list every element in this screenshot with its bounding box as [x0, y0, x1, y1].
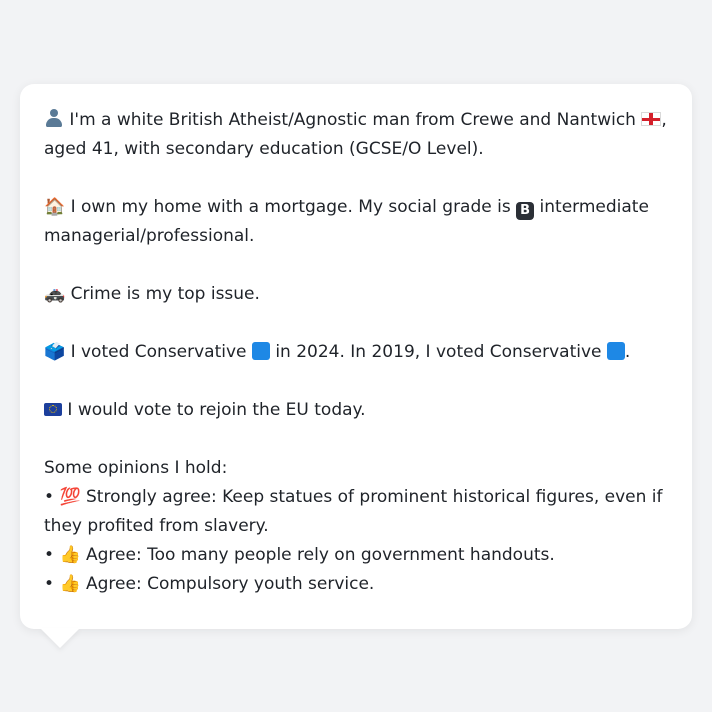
bullet: •	[44, 487, 60, 507]
identity-paragraph: I'm a white British Atheist/Agnostic man…	[44, 106, 668, 164]
list-item: • 👍 Agree: Too many people rely on gover…	[44, 541, 668, 570]
opinion-text: Agree: Compulsory youth service.	[80, 574, 375, 594]
blue-square-icon	[251, 342, 270, 360]
list-item: • 💯 Strongly agree: Keep statues of prom…	[44, 483, 668, 541]
home-paragraph: 🏠 I own my home with a mortgage. My soci…	[44, 193, 668, 251]
vote-paragraph: 🗳️ I voted Conservative in 2024. In 2019…	[44, 338, 668, 367]
eu-paragraph: I would vote to rejoin the EU today.	[44, 396, 668, 425]
grade-b-badge: B	[516, 202, 535, 220]
thumbs-up-icon: 👍	[59, 545, 81, 565]
opinions-heading: Some opinions I hold:	[44, 458, 228, 478]
opinion-text: Agree: Too many people rely on governmen…	[80, 545, 555, 565]
eu-flag-icon	[44, 403, 62, 416]
list-item: • 👍 Agree: Compulsory youth service.	[44, 570, 668, 599]
issue-paragraph: 🚓 Crime is my top issue.	[44, 280, 668, 309]
vote-text-1: I voted Conservative	[65, 342, 252, 362]
home-text-1: I own my home with a mortgage. My social…	[65, 197, 517, 217]
house-icon: 🏠	[44, 197, 66, 217]
police-car-icon: 🚓	[44, 284, 66, 304]
opinion-text: Strongly agree: Keep statues of prominen…	[44, 487, 663, 536]
eu-text: I would vote to rejoin the EU today.	[62, 400, 366, 420]
identity-text-1: I'm a white British Atheist/Agnostic man…	[64, 110, 642, 130]
bullet: •	[44, 545, 60, 565]
vote-text-3: .	[624, 342, 631, 362]
ballot-box-icon: 🗳️	[44, 342, 66, 362]
bubble-tail	[40, 628, 80, 648]
thumbs-up-icon: 👍	[59, 574, 81, 594]
blue-square-icon	[606, 342, 625, 360]
england-flag-icon	[641, 112, 662, 126]
bullet: •	[44, 574, 60, 594]
person-icon	[44, 108, 64, 128]
persona-message-bubble: I'm a white British Atheist/Agnostic man…	[20, 84, 692, 629]
issue-text: Crime is my top issue.	[65, 284, 260, 304]
hundred-points-icon: 💯	[59, 487, 81, 507]
vote-text-2: in 2024. In 2019, I voted Conservative	[269, 342, 607, 362]
